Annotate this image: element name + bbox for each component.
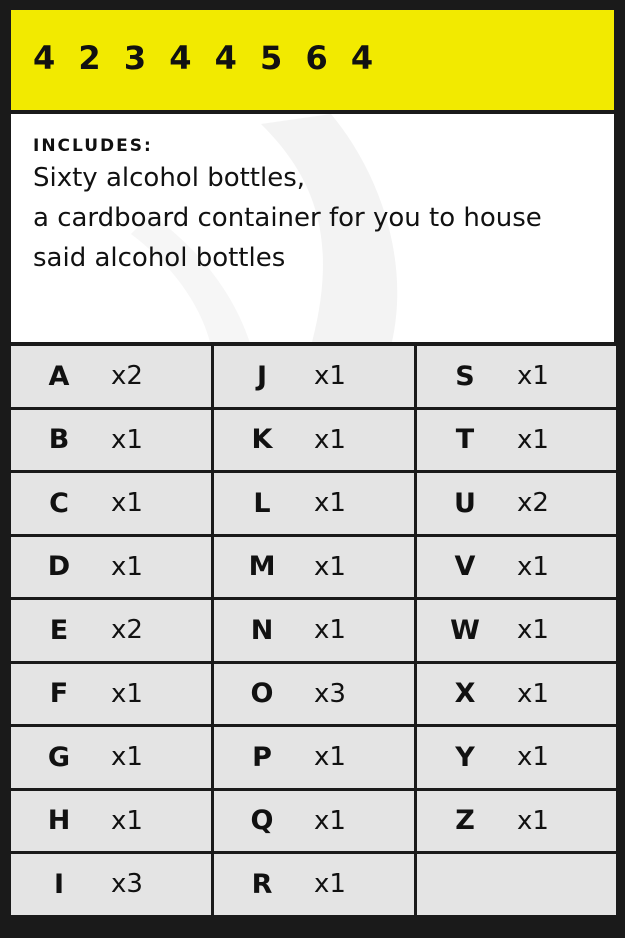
part-letter: L [253,487,271,519]
part-quantity: x1 [314,488,346,519]
code-number: 4 2 3 4 4 5 6 4 [33,39,380,77]
part-quantity: x1 [111,424,143,455]
part-letter: V [454,551,476,583]
part-letter: A [48,360,70,392]
part-quantity: x2 [517,488,549,519]
part-quantity: x3 [314,678,346,709]
part-letter: F [49,678,69,710]
part-cell: Tx1 [417,409,616,470]
part-cell: Vx1 [417,536,616,597]
part-quantity: x1 [111,805,143,836]
part-quantity: x1 [517,615,549,646]
part-quantity: x1 [517,678,549,709]
part-cell: Yx1 [417,727,616,788]
part-letter: R [251,868,273,900]
part-cell: Kx1 [214,409,414,470]
part-cell: Cx1 [11,473,211,534]
part-letter: Y [455,741,475,773]
part-quantity: x1 [111,742,143,773]
part-cell: Xx1 [417,663,616,724]
part-quantity: x2 [111,615,143,646]
part-letter: S [455,360,475,392]
part-cell: Hx1 [11,790,211,851]
part-quantity: x1 [314,742,346,773]
part-letter: U [454,487,476,519]
part-quantity: x1 [517,361,549,392]
part-quantity: x1 [517,805,549,836]
part-letter: I [53,868,65,900]
part-cell: Bx1 [11,409,211,470]
part-quantity: x1 [517,551,549,582]
part-cell: Mx1 [214,536,414,597]
part-letter: M [248,551,276,583]
includes-label: INCLUDES: [33,136,153,156]
part-cell: Px1 [214,727,414,788]
part-quantity: x1 [314,869,346,900]
parts-grid: Ax2 Jx1 Sx1 Bx1 Kx1 Tx1 Cx1 Lx1 Ux2 Dx1 Mx1 Vx1 Ex2 N… [11,346,616,915]
code-header: 4 2 3 4 4 5 6 4 [11,10,614,114]
part-letter: K [251,424,273,456]
includes-line: said alcohol bottles [33,243,286,273]
part-letter: J [256,360,268,392]
part-cell: Ix3 [11,854,211,915]
part-letter: B [48,424,70,456]
part-cell: Ox3 [214,663,414,724]
part-quantity: x1 [314,361,346,392]
part-letter: O [250,678,274,710]
includes-line: a cardboard container for you to house [33,203,542,233]
part-letter: E [49,614,69,646]
part-cell: Ux2 [417,473,616,534]
part-cell: Sx1 [417,346,616,407]
part-quantity: x1 [314,615,346,646]
parts-card: 4 2 3 4 4 5 6 4 INCLUDES: Sixty alcohol … [0,0,625,938]
part-quantity: x1 [111,551,143,582]
part-cell: Lx1 [214,473,414,534]
part-letter: D [47,551,71,583]
part-letter: N [250,614,274,646]
includes-panel: INCLUDES: Sixty alcohol bottles, a cardb… [11,114,614,346]
part-letter: Z [455,805,475,837]
part-cell: Nx1 [214,600,414,661]
part-letter: P [252,741,272,773]
part-letter: W [450,614,480,646]
part-cell: Rx1 [214,854,414,915]
part-quantity: x1 [314,551,346,582]
part-letter: G [47,741,71,773]
part-quantity: x1 [314,424,346,455]
empty-cell [417,854,616,915]
part-cell: Zx1 [417,790,616,851]
part-cell: Ax2 [11,346,211,407]
part-cell: Qx1 [214,790,414,851]
part-quantity: x1 [314,805,346,836]
part-letter: H [47,805,71,837]
part-letter: T [455,424,475,456]
part-cell: Gx1 [11,727,211,788]
part-letter: Q [250,805,274,837]
part-letter: X [454,678,476,710]
includes-line: Sixty alcohol bottles, [33,163,306,193]
part-quantity: x1 [111,488,143,519]
part-quantity: x1 [517,424,549,455]
part-cell: Ex2 [11,600,211,661]
part-cell: Jx1 [214,346,414,407]
part-quantity: x1 [111,678,143,709]
part-letter: C [49,487,69,519]
part-cell: Dx1 [11,536,211,597]
part-quantity: x3 [111,869,143,900]
part-cell: Fx1 [11,663,211,724]
part-quantity: x2 [111,361,143,392]
part-cell: Wx1 [417,600,616,661]
part-quantity: x1 [517,742,549,773]
